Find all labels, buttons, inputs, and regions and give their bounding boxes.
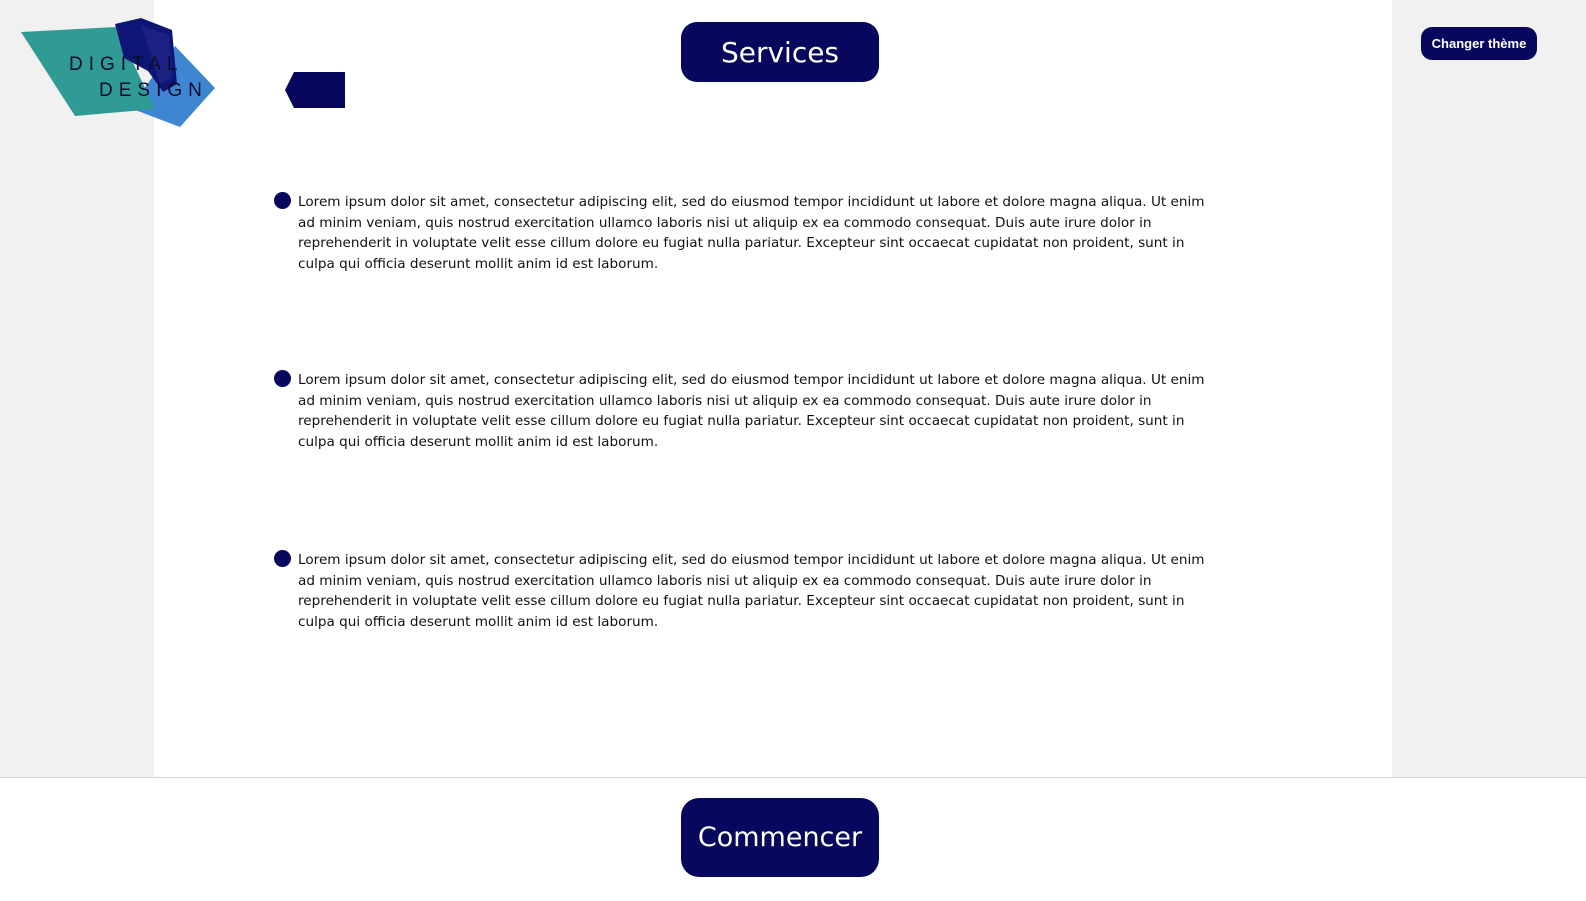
bullet-dot-icon [274, 550, 291, 567]
service-item-text: Lorem ipsum dolor sit amet, consectetur … [298, 372, 1205, 451]
app-page: DIGITAL DESIGN Services Changer thème Lo… [0, 0, 1586, 901]
page-title: Services [681, 22, 879, 82]
digital-design-logo[interactable]: DIGITAL DESIGN [20, 16, 220, 131]
back-arrow-shape [285, 72, 345, 108]
start-button[interactable]: Commencer [681, 798, 879, 877]
logo-text-line-1: DIGITAL [69, 54, 184, 75]
service-item-text: Lorem ipsum dolor sit amet, consectetur … [298, 552, 1205, 631]
change-theme-button[interactable]: Changer thème [1421, 27, 1537, 60]
bullet-dot-icon [274, 192, 291, 209]
bullet-dot-icon [274, 370, 291, 387]
logo-text-line-2: DESIGN [99, 80, 208, 101]
back-arrow-icon[interactable] [285, 72, 345, 108]
service-item-text: Lorem ipsum dolor sit amet, consectetur … [298, 194, 1205, 273]
